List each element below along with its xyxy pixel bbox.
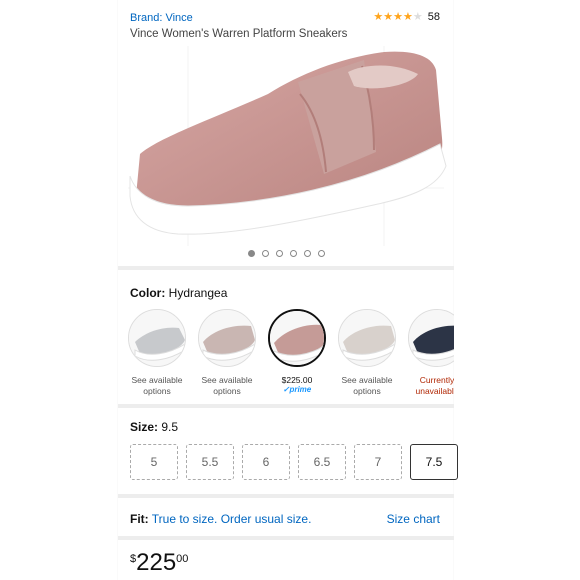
- star-icon: ★: [403, 10, 413, 23]
- size-option[interactable]: 6.5: [298, 444, 346, 480]
- star-icon: ★: [373, 10, 384, 23]
- price-fraction: 00: [176, 553, 189, 565]
- rating[interactable]: ★ ★ ★ ★ ★ 58: [373, 11, 440, 23]
- star-icon: ★: [393, 10, 403, 23]
- swatch-unavailable: Currentlyunavailable: [415, 375, 454, 396]
- swatch-image: [408, 309, 454, 367]
- product-page: Brand: Vince ★ ★ ★ ★ ★ 58 Vince Women's …: [118, 0, 458, 580]
- size-option-selected[interactable]: 7.5: [410, 444, 458, 480]
- carousel-dot[interactable]: [303, 250, 311, 257]
- price-whole: 225: [136, 549, 177, 576]
- size-option[interactable]: 7: [354, 444, 402, 480]
- star-icon: ★: [383, 10, 394, 23]
- color-swatch-white[interactable]: See available options: [336, 309, 398, 397]
- size-option[interactable]: 5: [130, 444, 178, 480]
- swatch-image: [198, 309, 256, 367]
- price: $ 225 00: [130, 550, 188, 576]
- fit-label: Fit:: [130, 512, 149, 526]
- swatch-availability[interactable]: See available options: [341, 375, 392, 397]
- review-count[interactable]: 58: [428, 11, 440, 23]
- carousel-dot[interactable]: [275, 250, 283, 257]
- size-label-key: Size:: [130, 420, 159, 434]
- prime-badge: ✓prime: [282, 385, 312, 394]
- star-rating: ★ ★ ★ ★ ★: [373, 10, 423, 23]
- product-title: Vince Women's Warren Platform Sneakers: [130, 28, 348, 40]
- color-label-key: Color:: [130, 286, 166, 300]
- star-empty-icon: ★: [412, 10, 423, 23]
- section-divider: [118, 494, 454, 498]
- color-value: Hydrangea: [168, 286, 228, 300]
- color-swatch-grey[interactable]: See available options: [126, 309, 188, 397]
- brand-link[interactable]: Brand: Vince: [130, 12, 193, 24]
- size-option[interactable]: 6: [242, 444, 290, 480]
- swatch-image: [268, 309, 326, 367]
- size-option[interactable]: 5.5: [186, 444, 234, 480]
- size-value: 9.5: [161, 420, 179, 434]
- carousel-dot[interactable]: [247, 250, 255, 257]
- fit-link[interactable]: True to size. Order usual size.: [152, 512, 312, 526]
- fit-info: Fit: True to size. Order usual size.: [130, 512, 311, 526]
- section-divider: [118, 266, 454, 270]
- color-label: Color: Hydrangea: [130, 286, 227, 300]
- carousel-dot[interactable]: [289, 250, 297, 257]
- carousel-dot[interactable]: [317, 250, 325, 257]
- size-options: 5 5.5 6 6.5 7 7.5: [130, 444, 458, 480]
- size-label: Size: 9.5: [130, 420, 178, 434]
- color-swatch-hydrangea[interactable]: $225.00 ✓prime: [266, 309, 328, 397]
- section-divider: [118, 536, 454, 540]
- image-carousel-dots[interactable]: [118, 250, 454, 257]
- color-swatch-taupe[interactable]: See available options: [196, 309, 258, 397]
- swatch-image: [338, 309, 396, 367]
- color-swatch-navy[interactable]: Currentlyunavailable: [406, 309, 454, 397]
- size-chart-link[interactable]: Size chart: [387, 512, 440, 526]
- product-image[interactable]: [118, 46, 454, 246]
- swatch-image: [128, 309, 186, 367]
- swatch-availability[interactable]: See available options: [201, 375, 252, 397]
- swatch-availability[interactable]: See available options: [131, 375, 182, 397]
- section-divider: [118, 404, 454, 408]
- carousel-dot[interactable]: [261, 250, 269, 257]
- color-swatches: See available options See available option…: [126, 309, 454, 397]
- swatch-price: $225.00: [281, 375, 313, 385]
